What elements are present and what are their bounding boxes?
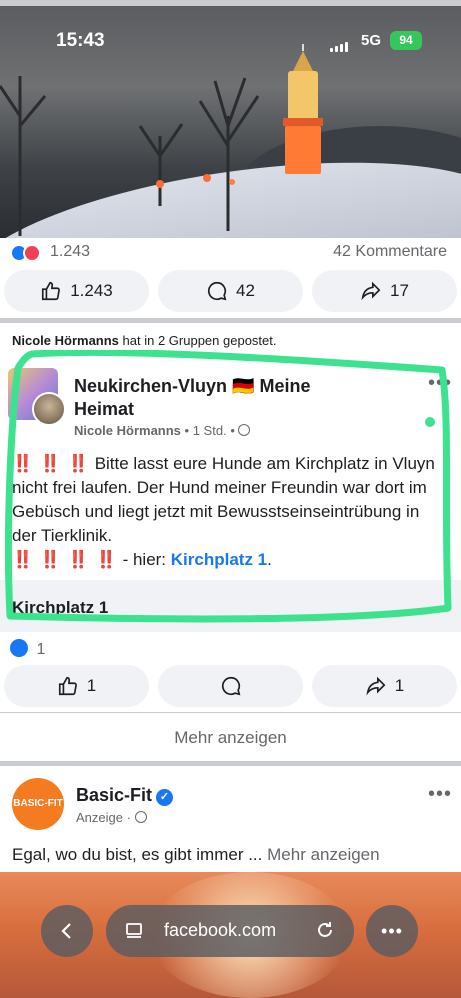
thumbs-up-icon	[42, 281, 61, 301]
like-button[interactable]: 1.243	[4, 270, 149, 312]
comment-button[interactable]	[158, 665, 303, 707]
comment-icon	[208, 281, 227, 301]
post1-reaction-summary[interactable]: 1.243 42 Kommentare	[10, 241, 451, 265]
network-label: 5G	[361, 32, 382, 49]
reaction-count: 1.243	[50, 243, 91, 260]
status-time: 15:43	[56, 30, 105, 51]
globe-icon	[238, 424, 251, 436]
shared-in-groups-line: Nicole Hörmanns hat in 2 Gruppen geposte…	[12, 333, 277, 348]
like-count: 1	[86, 676, 97, 695]
advertiser-name[interactable]: Basic-Fit	[76, 785, 152, 805]
post-time[interactable]: 1 Std.	[193, 423, 227, 438]
like-reaction-icon	[10, 639, 28, 657]
comment-icon	[221, 676, 240, 696]
share-icon	[361, 281, 381, 301]
post-here-label: - hier:	[122, 550, 167, 569]
thumbs-up-icon	[58, 676, 77, 696]
ad-text: Egal, wo du bist, es gibt immer ... Mehr…	[12, 845, 452, 865]
share-button[interactable]: 1	[312, 665, 457, 707]
basicfit-logo-text: BASIC-FIT	[13, 798, 63, 809]
love-reaction-icon	[23, 244, 41, 262]
basicfit-logo[interactable]: BASIC-FIT	[12, 778, 64, 830]
globe-icon	[134, 811, 147, 823]
share-count: 17	[390, 281, 409, 300]
chevron-left-icon	[61, 923, 71, 939]
ad-meta: Anzeige ·	[76, 810, 147, 825]
exclamation-emojis: ‼️ ‼️ ‼️	[12, 454, 90, 473]
show-more-button[interactable]: Mehr anzeigen	[0, 712, 461, 762]
location-link[interactable]: Kirchplatz 1	[171, 550, 267, 569]
sponsored-label: Anzeige	[76, 810, 123, 825]
advertiser-name-row: Basic-Fit ✓	[76, 785, 174, 806]
post-separator	[0, 762, 461, 766]
like-button[interactable]: 1	[4, 665, 149, 707]
show-more-label: Mehr anzeigen	[174, 728, 287, 747]
post-separator	[0, 318, 461, 323]
post1-action-bar: 1.243 42 17	[4, 270, 457, 312]
verified-badge-icon: ✓	[156, 789, 174, 806]
page-menu-icon	[126, 923, 142, 938]
shared-by-name[interactable]: Nicole Hörmanns	[12, 333, 119, 348]
location-period: .	[267, 550, 272, 569]
address-bar[interactable]: facebook.com	[106, 905, 354, 957]
battery-icon: 94	[390, 31, 422, 50]
post-text: ‼️ ‼️ ‼️ Bitte lasst eure Hunde am Kirch…	[12, 452, 442, 572]
author-name[interactable]: Nicole Hörmanns	[74, 423, 181, 438]
signal-icon	[330, 34, 350, 52]
location-card[interactable]: Kirchplatz 1	[0, 580, 461, 632]
post-image-winter-lantern[interactable]: 15:43 5G 94	[0, 6, 461, 238]
like-count: 1.243	[70, 281, 113, 300]
share-button[interactable]: 17	[312, 270, 457, 312]
share-icon	[366, 676, 386, 696]
post2-action-bar: 1 1	[4, 665, 457, 707]
author-avatar[interactable]	[32, 392, 66, 426]
comment-count: 42	[236, 281, 255, 300]
back-button[interactable]	[41, 905, 93, 957]
post-meta: Nicole Hörmanns • 1 Std. •	[74, 423, 251, 438]
post2-more-options-icon[interactable]: •••	[428, 372, 452, 395]
shared-suffix: hat in 2 Gruppen gepostet.	[122, 333, 277, 348]
location-card-title: Kirchplatz 1	[12, 598, 109, 617]
exclamation-emojis-end: ‼️ ‼️ ‼️ ‼️	[12, 550, 118, 569]
ad-body: Egal, wo du bist, es gibt immer ...	[12, 845, 263, 864]
ad-more-options-icon[interactable]: •••	[428, 783, 452, 806]
url-text: facebook.com	[164, 920, 277, 940]
more-horizontal-icon: •••	[381, 920, 403, 941]
ad-show-more-link[interactable]: Mehr anzeigen	[267, 845, 379, 864]
reload-icon[interactable]	[314, 919, 336, 941]
reaction-count: 1	[36, 641, 46, 658]
group-title[interactable]: Neukirchen-Vluyn 🇩🇪 Meine Heimat	[74, 375, 374, 421]
comments-count-link[interactable]: 42 Kommentare	[333, 243, 447, 261]
comment-button[interactable]: 42	[158, 270, 303, 312]
status-bar: 15:43 5G 94	[0, 26, 461, 56]
tab-overview-button[interactable]: •••	[366, 905, 418, 957]
share-count: 1	[394, 676, 405, 695]
post2-reaction-summary[interactable]: 1	[10, 639, 45, 659]
